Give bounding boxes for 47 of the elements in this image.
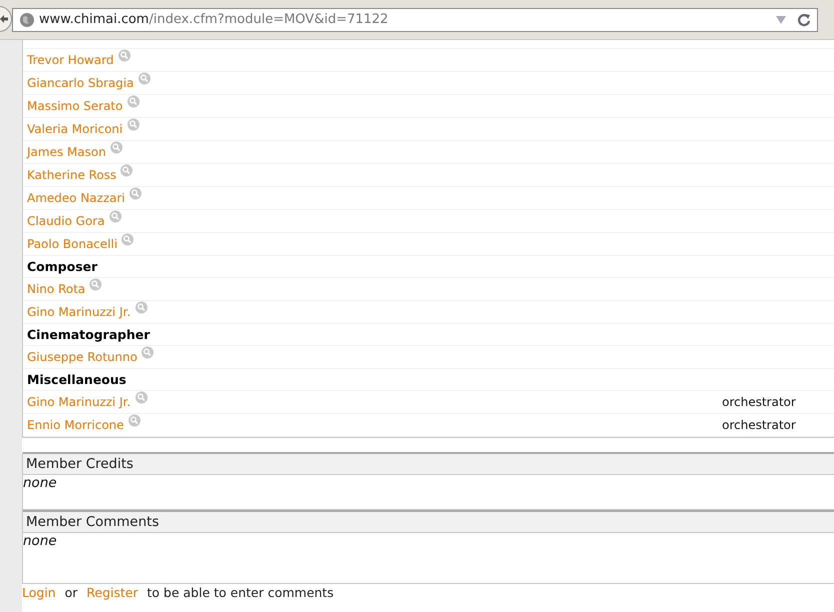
search-icon[interactable]	[134, 300, 148, 314]
search-icon[interactable]	[138, 72, 151, 84]
person-link[interactable]: Amedeo Nazzari	[27, 191, 125, 205]
person-link[interactable]: Claudio Gora	[27, 214, 105, 228]
person-link[interactable]: Paolo Bonacelli	[27, 237, 118, 251]
category-heading: Composer	[27, 259, 98, 274]
person-link[interactable]: Massimo Serato	[27, 99, 123, 113]
search-icon[interactable]	[126, 94, 140, 108]
or-text: or	[64, 585, 78, 600]
category-heading: Cinematographer	[27, 327, 150, 342]
person-link[interactable]: Gino Marinuzzi Jr.	[27, 305, 131, 319]
person-link[interactable]: Ennio Morricone	[27, 418, 124, 432]
search-icon[interactable]	[108, 210, 122, 222]
person-link[interactable]: Gino Marinuzzi Jr.	[27, 395, 131, 409]
search-icon[interactable]	[134, 390, 148, 404]
person-link[interactable]: Trevor Howard	[27, 53, 114, 67]
register-link[interactable]: Register	[86, 585, 138, 600]
person-link[interactable]: Giuseppe Rotunno	[27, 350, 138, 364]
globe-icon	[19, 12, 35, 28]
dropdown-triangle-icon[interactable]	[775, 14, 787, 24]
role-text: orchestrator	[722, 418, 796, 432]
login-link[interactable]: Login	[22, 585, 56, 600]
person-link[interactable]: Katherine Ross	[27, 168, 116, 182]
comment-hint-text: to be able to enter comments	[147, 585, 334, 600]
search-icon[interactable]	[129, 186, 142, 200]
search-icon[interactable]	[110, 140, 123, 154]
section-header: Member Credits	[23, 452, 834, 475]
url-text: www.chimai.com/index.cfm?module=MOV&id=71122	[39, 12, 390, 27]
search-icon[interactable]	[141, 346, 154, 358]
person-link[interactable]: Nino Rota	[27, 282, 86, 296]
category-heading: Miscellaneous	[27, 372, 126, 387]
back-arrow-icon	[0, 14, 9, 24]
section-header: Member Comments	[23, 510, 834, 533]
search-icon[interactable]	[121, 232, 134, 246]
search-icon[interactable]	[128, 414, 141, 426]
person-link[interactable]: Giancarlo Sbragia	[27, 76, 134, 90]
search-icon[interactable]	[126, 118, 140, 130]
person-link[interactable]: Valeria Moriconi	[27, 122, 123, 136]
search-icon[interactable]	[89, 278, 102, 290]
reload-icon[interactable]	[797, 12, 811, 26]
section-body-text: none	[23, 533, 57, 549]
role-text: orchestrator	[722, 395, 796, 409]
search-icon[interactable]	[118, 48, 131, 62]
person-link[interactable]: James Mason	[27, 145, 106, 159]
address-bar[interactable]: www.chimai.com/index.cfm?module=MOV&id=71122	[12, 8, 818, 32]
section-body-text: none	[23, 475, 57, 491]
search-icon[interactable]	[120, 164, 134, 176]
